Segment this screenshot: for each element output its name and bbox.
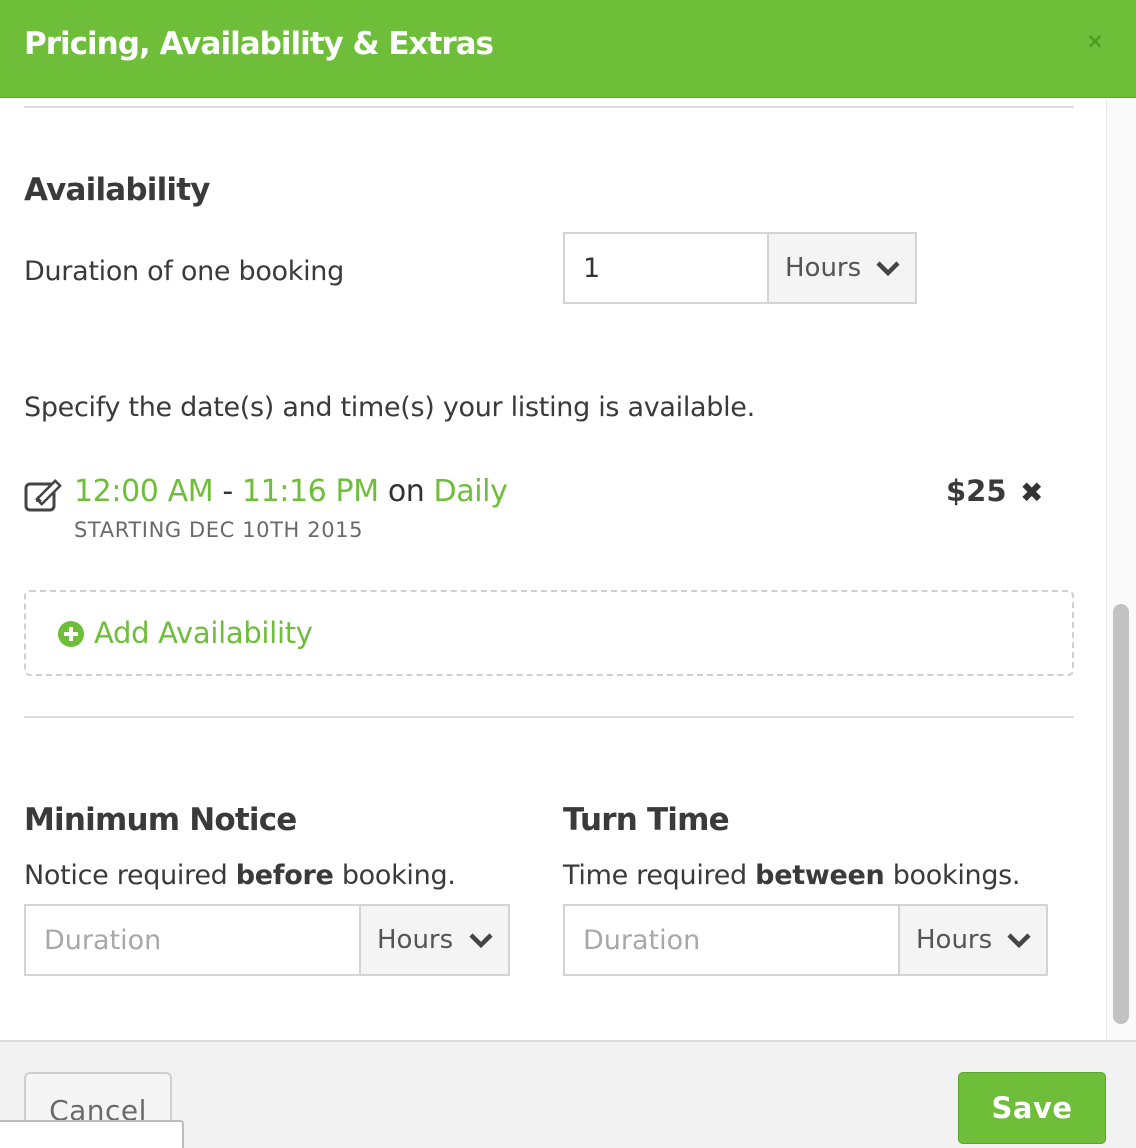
close-icon[interactable]: ×	[1084, 30, 1106, 52]
duration-unit-select[interactable]: Hours	[767, 232, 917, 304]
desc-suffix: booking.	[333, 860, 456, 891]
turn-time-desc: Time required between bookings.	[563, 860, 1021, 891]
modal-header: Pricing, Availability & Extras ×	[0, 0, 1136, 98]
availability-entry: 12:00 AM - 11:16 PM on Daily STARTING DE…	[24, 474, 1054, 554]
minimum-notice-title: Minimum Notice	[24, 802, 297, 838]
chevron-down-icon	[876, 261, 900, 277]
start-time: 12:00 AM	[74, 474, 214, 509]
minimum-notice-unit-label: Hours	[377, 925, 454, 955]
turn-time-input[interactable]: Duration	[563, 904, 901, 976]
desc-bold: before	[235, 860, 334, 891]
middle-divider	[24, 716, 1074, 718]
end-time: 11:16 PM	[241, 474, 379, 509]
edit-icon[interactable]	[24, 478, 64, 514]
chevron-down-icon	[1007, 933, 1031, 949]
desc-bold: between	[755, 860, 885, 891]
modal-body: Availability Duration of one booking 1 H…	[0, 98, 1136, 1040]
availability-time[interactable]: 12:00 AM - 11:16 PM on Daily	[74, 474, 508, 509]
top-divider	[24, 106, 1074, 108]
minimum-notice-input[interactable]: Duration	[24, 904, 362, 976]
scrollbar-thumb[interactable]	[1113, 604, 1129, 1024]
overlay-corner	[0, 1120, 184, 1148]
remove-availability-icon[interactable]: ✖	[1020, 476, 1043, 509]
turn-time-unit-select[interactable]: Hours	[898, 904, 1048, 976]
time-separator: -	[213, 474, 242, 509]
desc-prefix: Time required	[563, 860, 756, 891]
turn-time-title: Turn Time	[563, 802, 730, 838]
modal-title: Pricing, Availability & Extras	[24, 26, 494, 62]
add-availability-button[interactable]: Add Availability	[24, 590, 1074, 676]
minimum-notice-desc: Notice required before booking.	[24, 860, 456, 891]
duration-label: Duration of one booking	[24, 256, 344, 287]
starting-date: STARTING DEC 10TH 2015	[74, 518, 364, 542]
minimum-notice-unit-select[interactable]: Hours	[359, 904, 510, 976]
desc-suffix: bookings.	[884, 860, 1021, 891]
availability-price: $25	[946, 474, 1007, 508]
duration-input[interactable]: 1	[563, 232, 769, 304]
recurrence: Daily	[433, 474, 508, 509]
chevron-down-icon	[469, 933, 493, 949]
plus-circle-icon	[58, 621, 84, 647]
desc-prefix: Notice required	[24, 860, 236, 891]
on-word: on	[378, 474, 434, 509]
add-availability-label: Add Availability	[94, 616, 313, 650]
duration-unit-label: Hours	[785, 253, 862, 283]
turn-time-unit-label: Hours	[916, 925, 993, 955]
specify-text: Specify the date(s) and time(s) your lis…	[24, 392, 755, 423]
modal-footer: Cancel Save	[0, 1040, 1136, 1148]
save-button[interactable]: Save	[958, 1072, 1106, 1144]
availability-title: Availability	[24, 172, 210, 208]
